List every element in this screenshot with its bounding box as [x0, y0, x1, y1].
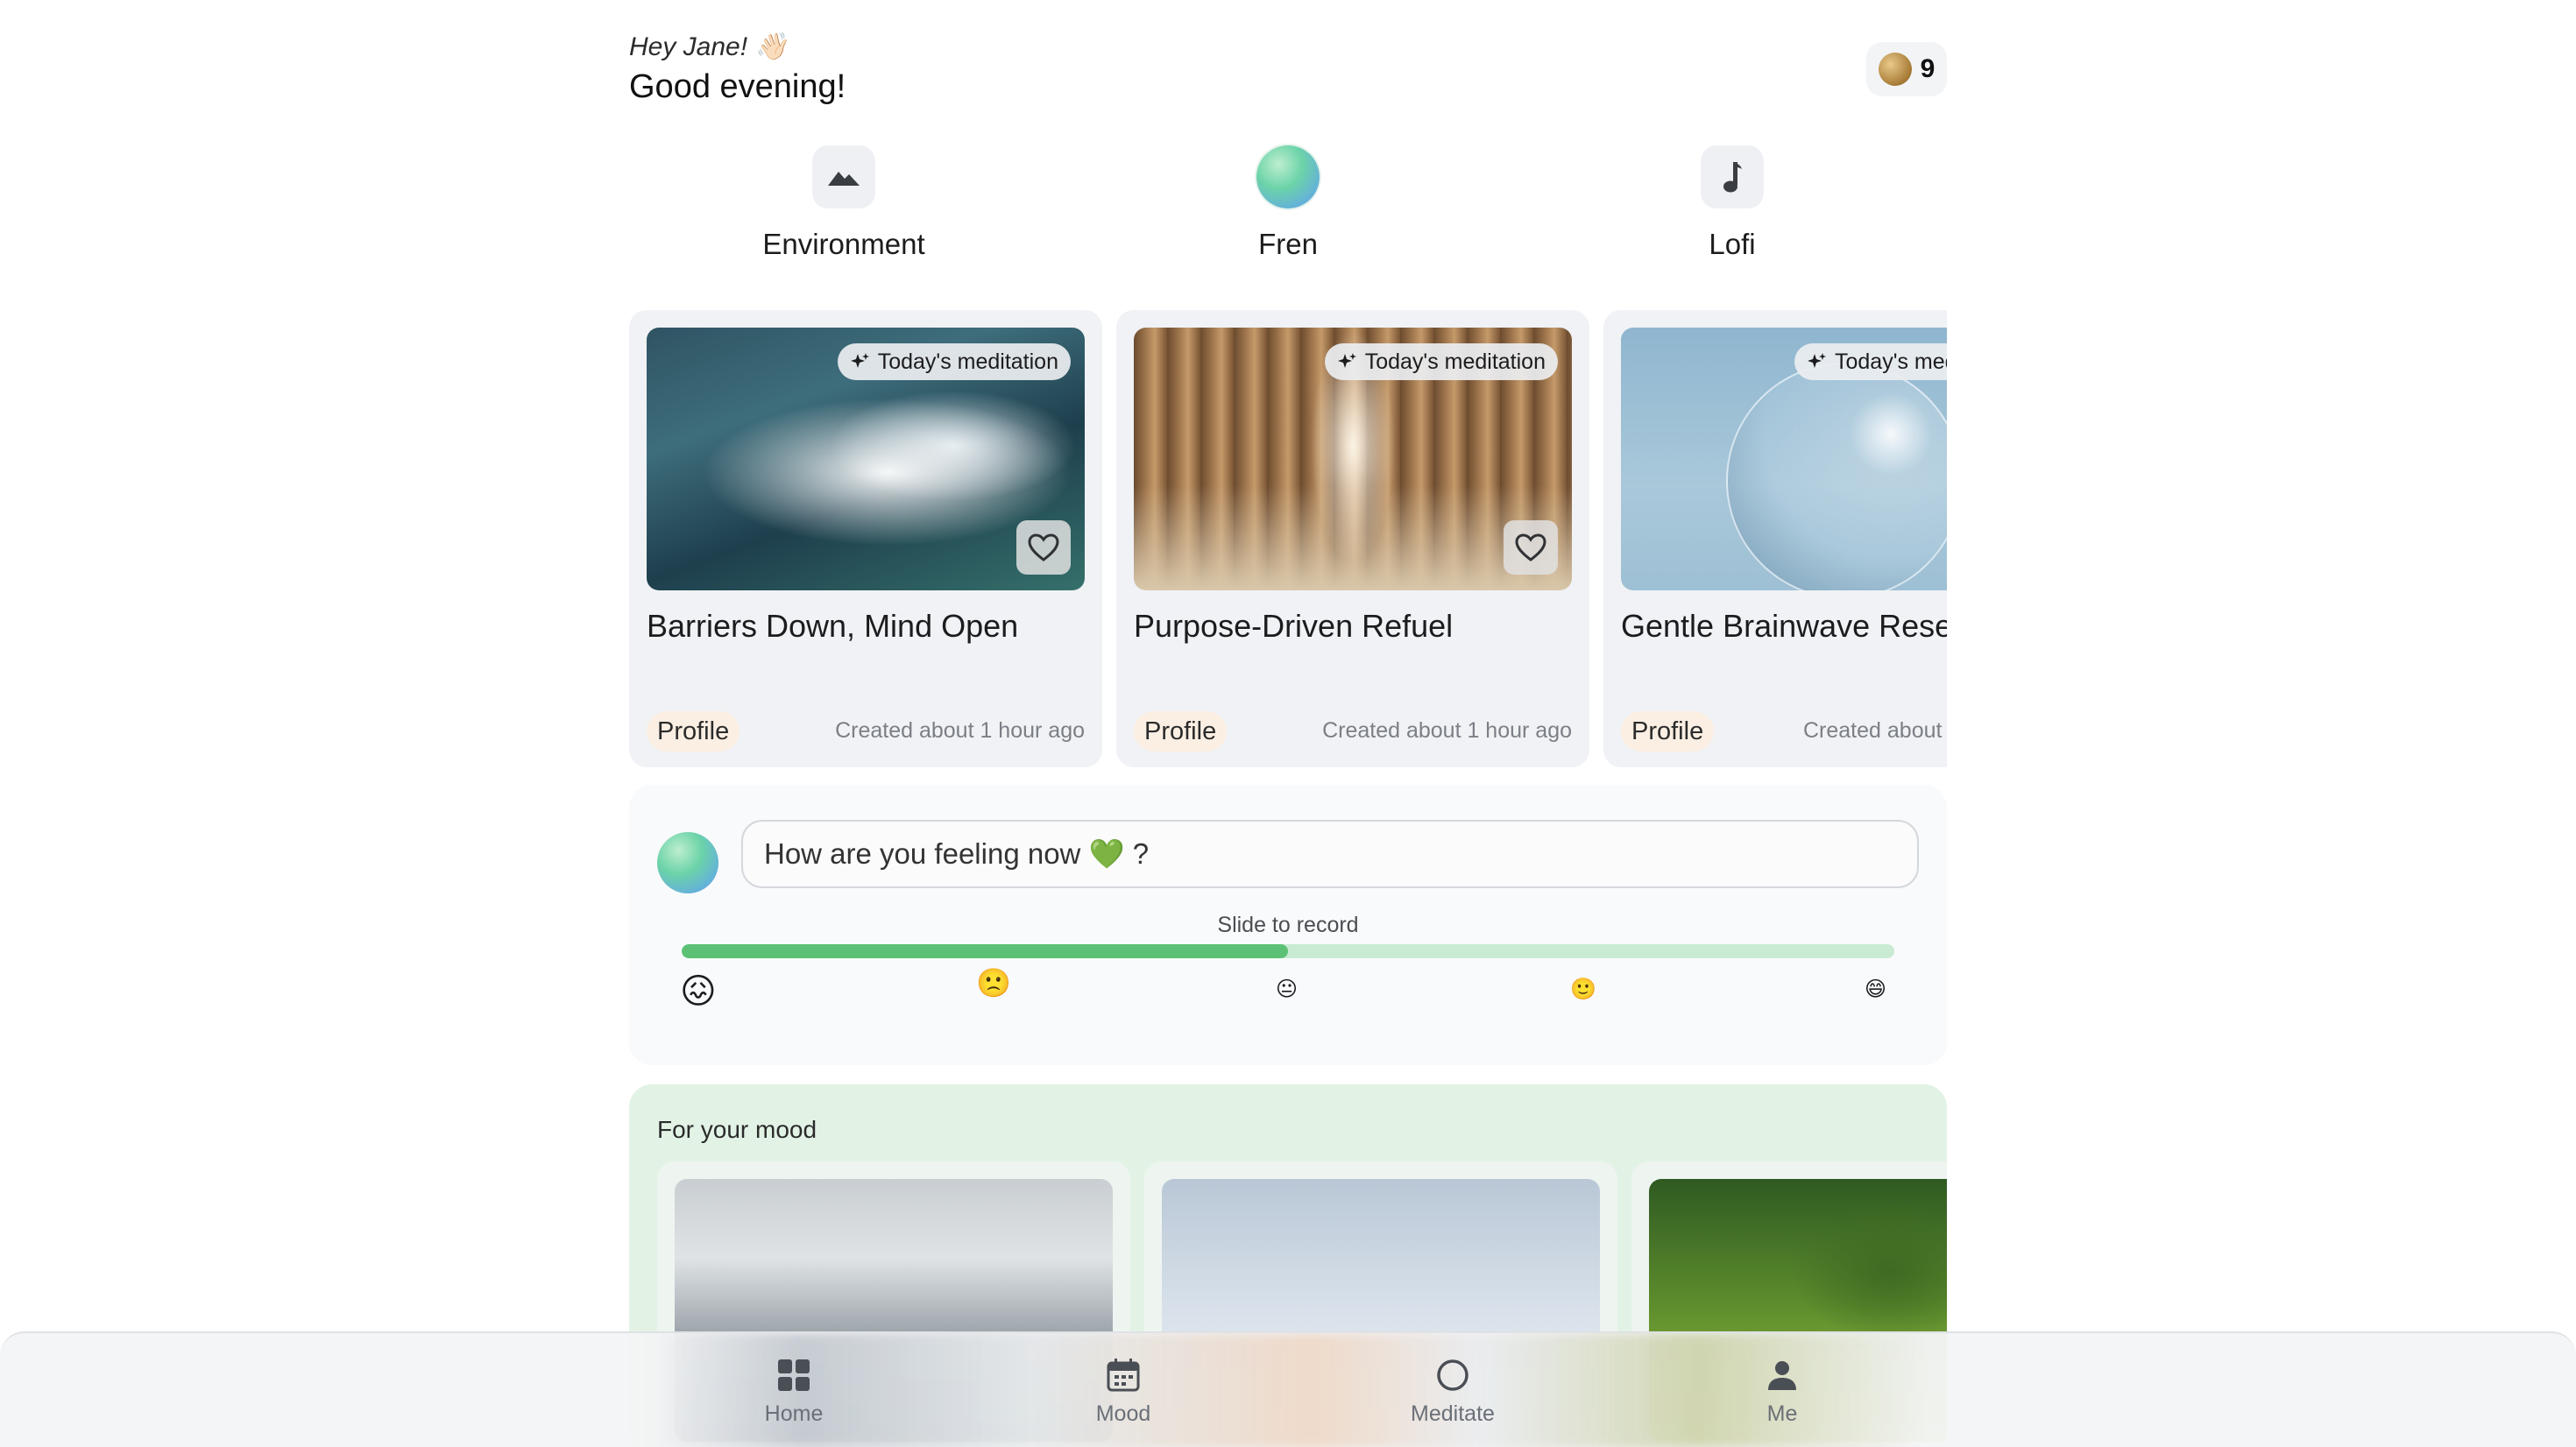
heart-icon — [1515, 533, 1546, 561]
grid-icon — [724, 1356, 864, 1394]
favorite-button[interactable] — [1016, 520, 1071, 575]
nav-label: Me — [1766, 1401, 1798, 1426]
meditation-title: Barriers Down, Mind Open — [647, 608, 1019, 644]
home-screen: Hey Jane! 👋🏻 Good evening! 9 Environment… — [0, 0, 2576, 1447]
option-label: Lofi — [1709, 228, 1756, 260]
nav-me[interactable]: Me — [1712, 1356, 1852, 1427]
emoji-slight-smile[interactable]: 🙂 — [1570, 979, 1596, 1000]
badge-label: Today's meditation — [1364, 349, 1546, 374]
greeting-text: Hey Jane! 👋🏻 — [629, 32, 788, 61]
nav-label: Mood — [1095, 1401, 1151, 1426]
coin-balance-badge[interactable]: 9 — [1866, 42, 1947, 96]
person-icon — [1712, 1356, 1852, 1394]
nav-meditate[interactable]: Meditate — [1383, 1356, 1523, 1427]
sparkles-icon — [1337, 353, 1356, 368]
created-time: Created about 1 hour ago — [1803, 718, 1947, 743]
meditation-card[interactable]: Today's meditation Barriers Down, Mind O… — [629, 310, 1102, 767]
fren-avatar-icon — [657, 832, 718, 893]
emoji-neutral[interactable]: 😐 — [1276, 979, 1298, 1000]
option-fren[interactable]: Fren — [1183, 145, 1393, 261]
option-label: Environment — [762, 228, 925, 260]
emoji-frowning[interactable]: 🙁 — [976, 969, 1011, 997]
meditation-card[interactable]: Today's meditation Gentle Brainwave Rese… — [1603, 310, 1947, 767]
nav-label: Home — [764, 1401, 824, 1426]
mountain-icon — [812, 145, 875, 208]
calendar-icon — [1053, 1356, 1193, 1394]
coin-icon — [1878, 53, 1912, 86]
nav-label: Meditate — [1411, 1401, 1495, 1426]
meditation-title: Purpose-Driven Refuel — [1134, 608, 1454, 644]
sparkles-icon — [850, 353, 869, 368]
meditation-card[interactable]: Today's meditation Purpose-Driven Refuel… — [1116, 310, 1589, 767]
coin-count: 9 — [1920, 54, 1936, 83]
slide-to-record-label: Slide to record — [1217, 913, 1359, 937]
heart-icon — [1028, 533, 1059, 561]
fren-orb-icon — [1256, 145, 1320, 208]
section-title: For your mood — [657, 1116, 817, 1143]
emoji-confounded[interactable]: 😖 — [680, 974, 717, 1009]
meditation-title: Gentle Brainwave Reset — [1621, 608, 1947, 644]
music-note-icon — [1701, 145, 1764, 208]
nav-mood[interactable]: Mood — [1053, 1356, 1193, 1427]
profile-tag: Profile — [1134, 711, 1228, 752]
mood-recorder: How are you feeling now 💚 ? Slide to rec… — [629, 785, 1947, 1065]
meditation-carousel[interactable]: Today's meditation Barriers Down, Mind O… — [629, 310, 1947, 767]
sparkles-icon — [1808, 353, 1826, 368]
profile-tag: Profile — [647, 711, 740, 752]
option-label: Fren — [1258, 228, 1318, 260]
mood-slider-fill — [682, 944, 1288, 958]
created-time: Created about 1 hour ago — [835, 718, 1085, 743]
nav-home[interactable]: Home — [724, 1356, 864, 1427]
todays-meditation-badge: Today's meditation — [1324, 343, 1558, 380]
badge-label: Today's meditation — [877, 349, 1058, 374]
salutation-text: Good evening! — [629, 68, 846, 105]
emoji-grinning[interactable]: 😄 — [1865, 979, 1886, 1000]
mood-input[interactable]: How are you feeling now 💚 ? — [741, 820, 1919, 888]
bottom-navigation: Home Mood Meditate Me — [0, 1331, 2576, 1447]
favorite-button[interactable] — [1504, 520, 1558, 575]
todays-meditation-badge: Today's meditation — [837, 343, 1071, 380]
profile-tag: Profile — [1621, 711, 1715, 752]
bubble-shape — [1726, 363, 1947, 590]
circle-icon — [1383, 1356, 1523, 1394]
badge-label: Today's meditation — [1835, 349, 1947, 374]
option-lofi[interactable]: Lofi — [1627, 145, 1837, 261]
mood-slider[interactable] — [682, 944, 1894, 958]
todays-meditation-badge: Today's meditation — [1794, 343, 1947, 380]
option-environment[interactable]: Environment — [739, 145, 949, 261]
created-time: Created about 1 hour ago — [1322, 718, 1572, 743]
